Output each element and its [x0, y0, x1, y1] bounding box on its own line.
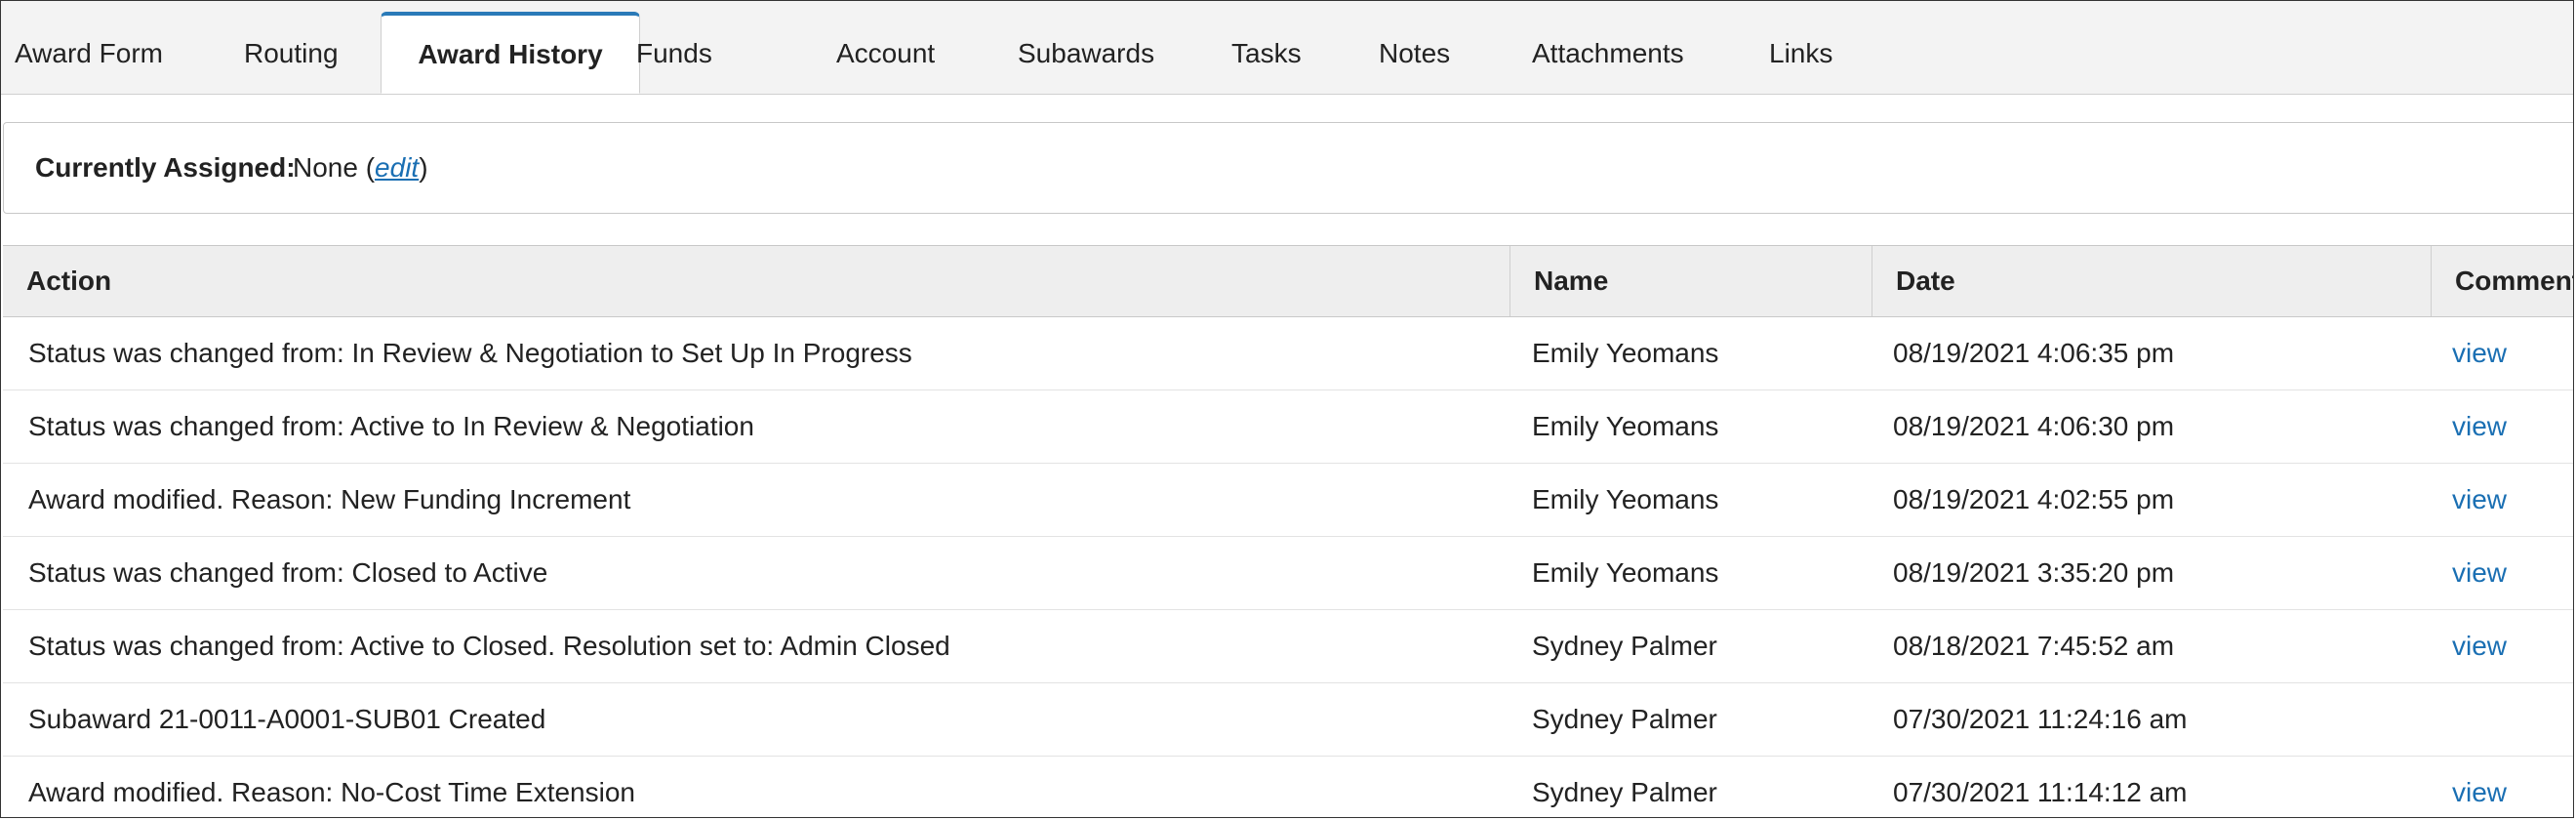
column-header-date[interactable]: Date — [1872, 246, 2432, 316]
cell-action: Award modified. Reason: New Funding Incr… — [28, 484, 631, 514]
cell-date: 08/18/2021 7:45:52 am — [1893, 631, 2175, 661]
table-row: Status was changed from: Active to Close… — [3, 610, 2573, 683]
currently-assigned-label: Currently Assigned: — [35, 152, 296, 183]
edit-assigned-link[interactable]: edit — [375, 152, 419, 183]
tab-routing[interactable]: Routing — [244, 14, 339, 94]
tab-notes[interactable]: Notes — [1379, 14, 1450, 94]
column-header-action[interactable]: Action — [3, 246, 1510, 316]
currently-assigned-value: None (edit) — [293, 152, 428, 183]
table-row: Status was changed from: In Review & Neg… — [3, 317, 2573, 390]
tab-subawards[interactable]: Subawards — [1018, 14, 1154, 94]
tab-bar: Award Form Routing Award History Funds A… — [1, 1, 2573, 95]
cell-action: Subaward 21-0011-A0001-SUB01 Created — [28, 704, 546, 734]
cell-date: 08/19/2021 4:06:35 pm — [1893, 338, 2175, 368]
table-row: Status was changed from: Active to In Re… — [3, 390, 2573, 464]
tab-award-history[interactable]: Award History — [381, 12, 640, 94]
currently-assigned-panel: Currently Assigned: None (edit) — [3, 122, 2573, 214]
tab-links[interactable]: Links — [1769, 14, 1832, 94]
cell-action: Status was changed from: Active to In Re… — [28, 411, 754, 441]
cell-name: Sydney Palmer — [1532, 704, 1717, 734]
cell-date: 08/19/2021 3:35:20 pm — [1893, 557, 2175, 588]
page-frame: Award Form Routing Award History Funds A… — [0, 0, 2574, 818]
view-comment-link[interactable]: view — [2452, 610, 2507, 682]
cell-action: Status was changed from: Closed to Activ… — [28, 557, 548, 588]
tab-attachments[interactable]: Attachments — [1532, 14, 1684, 94]
award-history-table: Action Name Date Comment Status was chan… — [3, 245, 2573, 817]
cell-date: 07/30/2021 11:14:12 am — [1893, 777, 2188, 807]
view-comment-link[interactable]: view — [2452, 317, 2507, 390]
cell-date: 08/19/2021 4:06:30 pm — [1893, 411, 2175, 441]
column-header-comment[interactable]: Comment — [2432, 246, 2573, 316]
table-header: Action Name Date Comment — [3, 246, 2573, 317]
cell-name: Emily Yeomans — [1532, 338, 1719, 368]
assigned-value-text: None — [293, 152, 358, 183]
view-comment-link[interactable]: view — [2452, 464, 2507, 536]
cell-name: Sydney Palmer — [1532, 777, 1717, 807]
column-header-name[interactable]: Name — [1510, 246, 1872, 316]
view-comment-link[interactable]: view — [2452, 390, 2507, 463]
cell-date: 08/19/2021 4:02:55 pm — [1893, 484, 2175, 514]
cell-action: Status was changed from: Active to Close… — [28, 631, 950, 661]
view-comment-link[interactable]: view — [2452, 537, 2507, 609]
tab-award-form[interactable]: Award Form — [15, 14, 163, 94]
tab-account[interactable]: Account — [836, 14, 935, 94]
table-row: Award modified. Reason: No-Cost Time Ext… — [3, 757, 2573, 817]
table-row: Subaward 21-0011-A0001-SUB01 Created Syd… — [3, 683, 2573, 757]
cell-action: Award modified. Reason: No-Cost Time Ext… — [28, 777, 635, 807]
tab-funds[interactable]: Funds — [636, 14, 712, 94]
cell-name: Sydney Palmer — [1532, 631, 1717, 661]
cell-name: Emily Yeomans — [1532, 557, 1719, 588]
cell-name: Emily Yeomans — [1532, 484, 1719, 514]
table-row: Award modified. Reason: New Funding Incr… — [3, 464, 2573, 537]
cell-name: Emily Yeomans — [1532, 411, 1719, 441]
cell-date: 07/30/2021 11:24:16 am — [1893, 704, 2188, 734]
view-comment-link[interactable]: view — [2452, 757, 2507, 817]
cell-action: Status was changed from: In Review & Neg… — [28, 338, 912, 368]
tab-tasks[interactable]: Tasks — [1231, 14, 1302, 94]
table-row: Status was changed from: Closed to Activ… — [3, 537, 2573, 610]
